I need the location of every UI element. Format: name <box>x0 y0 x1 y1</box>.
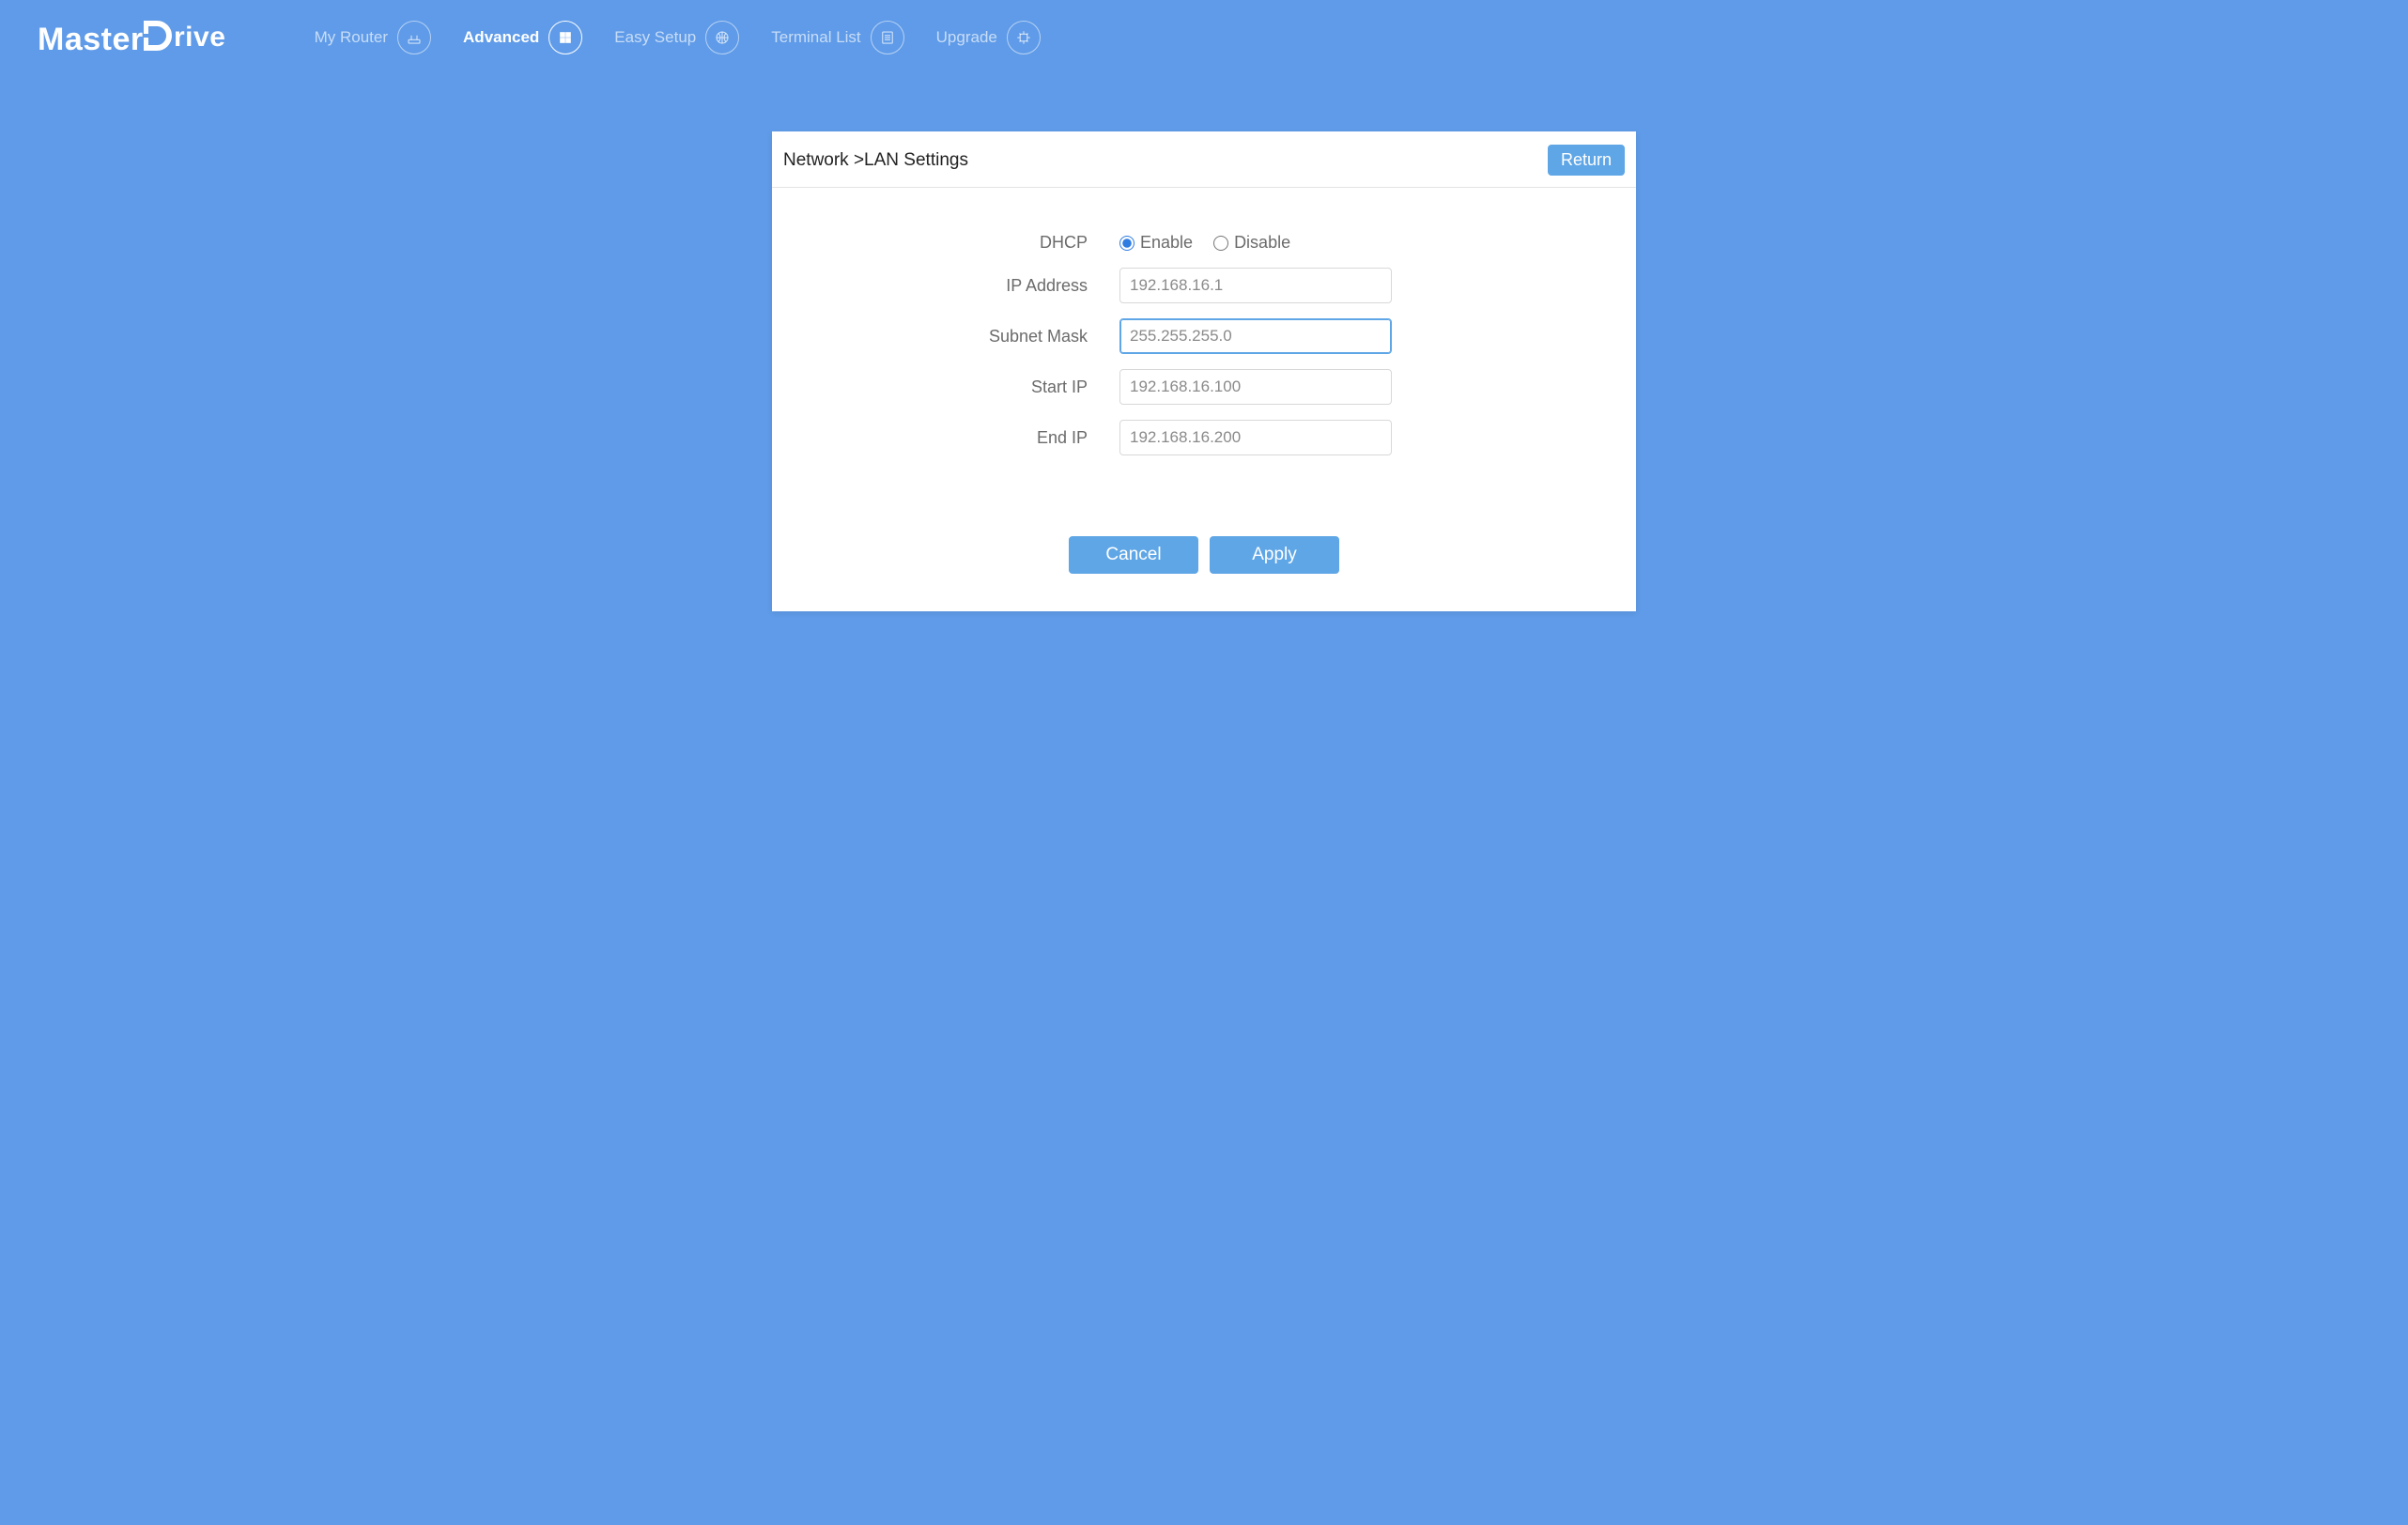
nav-label: Easy Setup <box>614 28 696 47</box>
nav-my-router[interactable]: My Router <box>315 21 431 54</box>
form-buttons: Cancel Apply <box>810 470 1598 611</box>
nav-advanced[interactable]: Advanced <box>463 21 582 54</box>
grid-icon <box>548 21 582 54</box>
ip-address-input[interactable] <box>1119 268 1392 303</box>
nav-label: Upgrade <box>936 28 997 47</box>
dhcp-enable-radio[interactable] <box>1119 236 1135 251</box>
topbar: Master rive My Router Advanced Easy Setu… <box>0 0 2408 75</box>
lan-settings-form: DHCP Enable Disable IP Addr <box>772 188 1636 611</box>
nav-easy-setup[interactable]: Easy Setup <box>614 21 739 54</box>
dhcp-disable-option[interactable]: Disable <box>1213 233 1290 253</box>
brand-name: Master <box>38 22 144 58</box>
panel-header: Network >LAN Settings Return <box>772 131 1636 188</box>
dhcp-disable-radio[interactable] <box>1213 236 1228 251</box>
label-ip-address: IP Address <box>810 276 1119 296</box>
router-icon <box>397 21 431 54</box>
panel-wrap: Network >LAN Settings Return DHCP Enable… <box>0 75 2408 611</box>
row-dhcp: DHCP Enable Disable <box>810 233 1598 253</box>
dhcp-enable-label: Enable <box>1140 233 1193 253</box>
label-end-ip: End IP <box>810 428 1119 448</box>
return-button[interactable]: Return <box>1548 145 1625 176</box>
row-ip-address: IP Address <box>810 268 1598 303</box>
row-start-ip: Start IP <box>810 369 1598 405</box>
subnet-mask-input[interactable] <box>1119 318 1392 354</box>
svg-text:rive: rive <box>174 22 225 52</box>
dhcp-disable-label: Disable <box>1234 233 1290 253</box>
top-nav: My Router Advanced Easy Setup Terminal L… <box>315 21 1041 54</box>
globe-icon <box>705 21 739 54</box>
nav-upgrade[interactable]: Upgrade <box>936 21 1041 54</box>
apply-button[interactable]: Apply <box>1210 536 1339 574</box>
brand-mark: rive <box>144 20 230 52</box>
dhcp-radio-group: Enable Disable <box>1119 233 1290 253</box>
start-ip-input[interactable] <box>1119 369 1392 405</box>
label-subnet-mask: Subnet Mask <box>810 327 1119 347</box>
nav-label: My Router <box>315 28 388 47</box>
dhcp-enable-option[interactable]: Enable <box>1119 233 1193 253</box>
cancel-button[interactable]: Cancel <box>1069 536 1198 574</box>
end-ip-input[interactable] <box>1119 420 1392 455</box>
nav-terminal-list[interactable]: Terminal List <box>771 21 903 54</box>
nav-label: Advanced <box>463 28 539 47</box>
nav-label: Terminal List <box>771 28 860 47</box>
row-end-ip: End IP <box>810 420 1598 455</box>
row-subnet-mask: Subnet Mask <box>810 318 1598 354</box>
chip-icon <box>1007 21 1041 54</box>
settings-panel: Network >LAN Settings Return DHCP Enable… <box>772 131 1636 611</box>
breadcrumb: Network >LAN Settings <box>783 150 968 171</box>
brand-logo: Master rive <box>38 18 230 58</box>
label-start-ip: Start IP <box>810 377 1119 397</box>
label-dhcp: DHCP <box>810 233 1119 253</box>
list-icon <box>871 21 904 54</box>
